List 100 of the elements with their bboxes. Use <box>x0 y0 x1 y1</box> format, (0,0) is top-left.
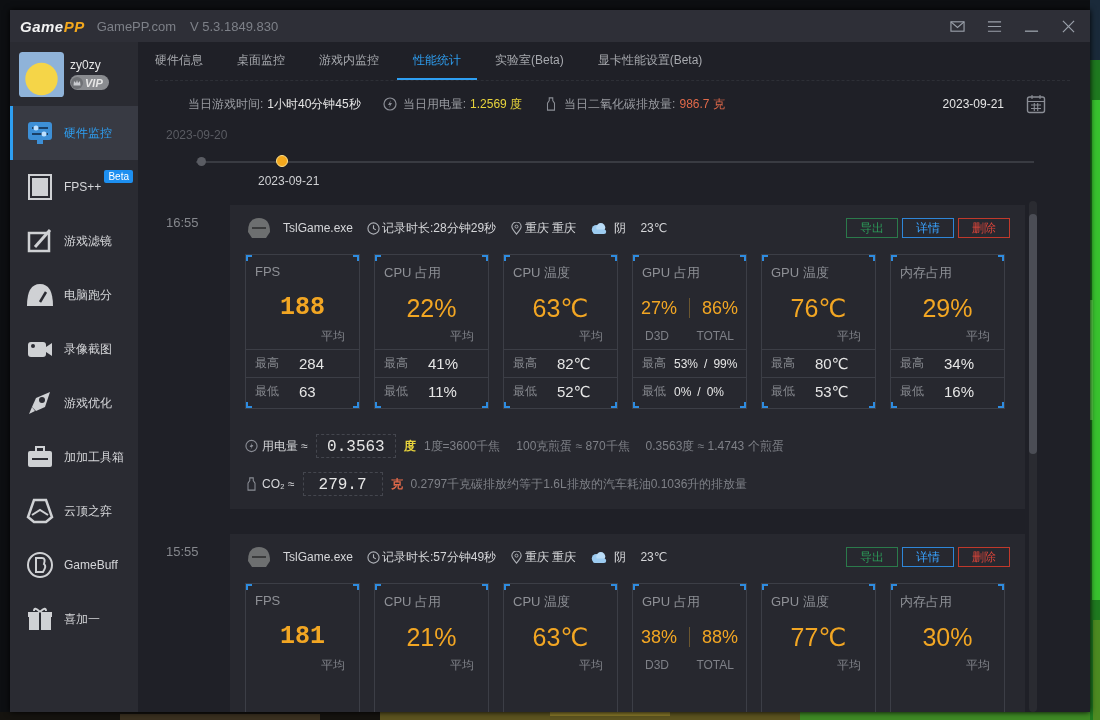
process-name: TslGame.exe <box>283 221 354 235</box>
duration-label: 记录时长:28分钟29秒 <box>382 219 497 237</box>
sub-label: TOTAL <box>696 657 734 674</box>
min-value: 16% <box>944 383 975 400</box>
note-text: 0.2797千克碳排放约等于1.6L排放的汽车耗油0.1036升的排放量 <box>410 475 748 493</box>
sidebar-item[interactable]: GameBuff <box>10 538 138 592</box>
timeline-date: 2023-09-20 <box>166 128 228 142</box>
average-label: 平均 <box>965 328 991 345</box>
note-text: 0.3563度 ≈ 1.4743 个煎蛋 <box>645 437 784 455</box>
min-value: 11% <box>428 383 457 400</box>
sub-label: D3D <box>645 657 669 674</box>
metric-value: 76℃ <box>789 293 848 324</box>
sidebar-item[interactable]: 游戏滤镜 <box>10 214 138 268</box>
note-text: 1度=3600千焦 <box>423 437 501 455</box>
metric-label: GPU 占用 <box>641 593 701 611</box>
delete-button[interactable]: 删除 <box>958 547 1010 567</box>
tab[interactable]: 游戏内监控 <box>303 42 395 80</box>
co2-value: 986.7 克 <box>679 95 725 113</box>
power-label: 用电量 ≈ <box>262 437 308 455</box>
sidebar-item[interactable]: 游戏优化 <box>10 376 138 430</box>
max-label: 最高 <box>771 355 796 372</box>
sub-label: D3D <box>645 328 669 345</box>
sidebar-item[interactable]: 电脑跑分 <box>10 268 138 322</box>
weather-label: 阴 <box>614 548 627 566</box>
sidebar-item[interactable]: FPS++ Beta <box>10 160 138 214</box>
tab[interactable]: 桌面监控 <box>221 42 301 80</box>
menu-icon[interactable] <box>987 19 1002 33</box>
metric-value: 22% <box>405 293 458 324</box>
tab[interactable]: 性能统计 <box>397 42 477 80</box>
average-label: 平均 <box>836 328 862 345</box>
brush-icon <box>26 227 54 255</box>
clock-icon <box>367 221 381 235</box>
min-value: 0% <box>706 384 725 399</box>
average-label: 平均 <box>320 328 346 345</box>
average-label: 平均 <box>320 657 346 674</box>
cloud-icon <box>590 550 609 564</box>
session-time: 15:55 <box>166 543 200 561</box>
export-button[interactable]: 导出 <box>846 547 898 567</box>
sidebar-item[interactable]: 加加工具箱 <box>10 430 138 484</box>
min-label: 最低 <box>513 383 538 400</box>
average-label: 平均 <box>836 657 862 674</box>
min-value: 53℃ <box>815 382 849 401</box>
tab[interactable]: 实验室(Beta) <box>479 42 580 80</box>
gift-icon <box>26 605 54 633</box>
detail-button[interactable]: 详情 <box>902 547 954 567</box>
max-value: 284 <box>299 355 325 372</box>
power-reading: 0.3563 <box>315 434 396 458</box>
mail-icon[interactable] <box>950 19 965 33</box>
bolt-icon <box>245 439 258 453</box>
app-logo: GamePP <box>20 17 85 35</box>
metric-value: 181 <box>279 621 326 653</box>
average-label: 平均 <box>965 657 991 674</box>
min-label: 最低 <box>900 383 925 400</box>
min-label: 最低 <box>384 383 409 400</box>
min-label: 最低 <box>642 383 666 400</box>
metric-label: CPU 温度 <box>512 593 572 611</box>
unit-label: 度 <box>403 437 416 455</box>
power-value: 1.2569 度 <box>470 95 523 113</box>
beta-badge: Beta <box>104 170 133 183</box>
metric-label: CPU 温度 <box>512 264 572 282</box>
metric-value: 38% <box>641 626 678 648</box>
average-label: 平均 <box>449 328 475 345</box>
co2-label: CO₂ ≈ <box>262 477 295 491</box>
process-name: TslGame.exe <box>283 550 354 564</box>
bottle-icon <box>245 477 258 491</box>
export-button[interactable]: 导出 <box>846 218 898 238</box>
close-icon[interactable] <box>1061 19 1076 33</box>
max-value: 41% <box>428 355 459 372</box>
metric-value: 188 <box>279 292 326 324</box>
location-pin-icon <box>510 550 524 564</box>
min-label: 最低 <box>255 383 280 400</box>
date-label: 2023-09-21 <box>942 97 1004 111</box>
timeline-dot[interactable] <box>276 155 288 167</box>
metric-value: 88% <box>701 626 738 648</box>
sidebar-item[interactable]: 硬件监控 <box>10 106 138 160</box>
play-time-value: 1小时40分钟45秒 <box>267 95 361 113</box>
temperature-label: 23℃ <box>640 221 668 235</box>
weather-label: 阴 <box>614 219 627 237</box>
sidebar-item[interactable]: 喜加一 <box>10 592 138 646</box>
sidebar-item[interactable]: 录像截图 <box>10 322 138 376</box>
average-label: 平均 <box>449 657 475 674</box>
metric-value: 27% <box>641 297 678 319</box>
scrollbar-thumb[interactable] <box>1029 214 1037 454</box>
metric-value: 86% <box>701 297 738 319</box>
location-label: 重庆 重庆 <box>525 219 577 237</box>
unit-label: 克 <box>390 475 403 493</box>
crown-icon <box>71 76 83 89</box>
tab[interactable]: 硬件信息 <box>155 42 219 80</box>
metric-label: GPU 温度 <box>770 593 830 611</box>
average-label: 平均 <box>578 328 604 345</box>
timeline-dot[interactable] <box>197 157 206 166</box>
calendar-icon[interactable] <box>1026 94 1046 114</box>
sidebar-item[interactable]: 云顶之弈 <box>10 484 138 538</box>
detail-button[interactable]: 详情 <box>902 218 954 238</box>
tab[interactable]: 显卡性能设置(Beta) <box>581 42 719 80</box>
timeline-date: 2023-09-21 <box>258 174 320 188</box>
max-label: 最高 <box>384 355 409 372</box>
max-value: 53% <box>674 356 699 371</box>
delete-button[interactable]: 删除 <box>958 218 1010 238</box>
metric-label: CPU 占用 <box>383 264 443 282</box>
